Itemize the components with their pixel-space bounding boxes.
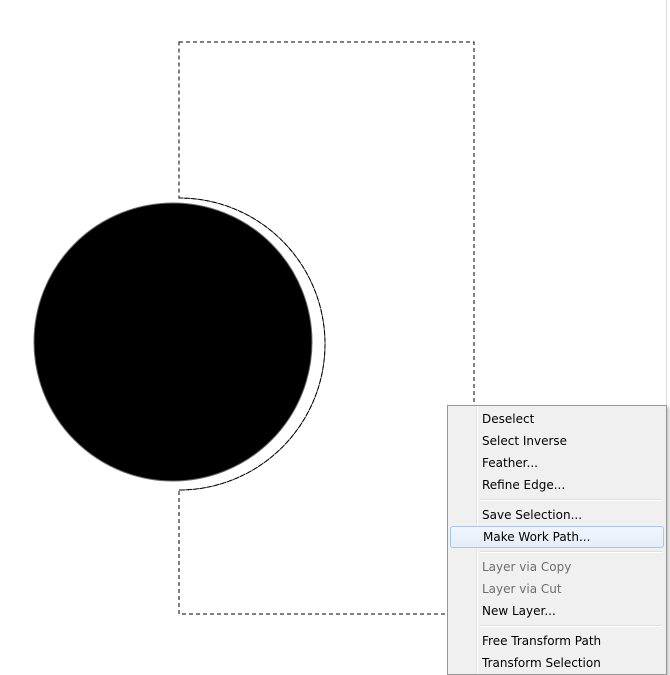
menu-separator (480, 499, 662, 501)
menu-item-layer-via-copy: Layer via Copy (482, 560, 572, 574)
menu-item-save-selection[interactable]: Save Selection... (450, 504, 664, 526)
context-menu: Deselect Select Inverse Feather... Refine E… (447, 405, 667, 675)
menu-item-select-inverse[interactable]: Select Inverse (450, 430, 664, 452)
menu-separator (480, 625, 662, 627)
menu-item-free-transform-path[interactable]: Free Transform Path (450, 630, 664, 652)
black-circle-shape[interactable] (33, 202, 313, 482)
menu-item-new-layer[interactable]: New Layer... (450, 600, 664, 622)
menu-separator (480, 551, 662, 553)
menu-item-refine-edge[interactable]: Refine Edge... (450, 474, 664, 496)
menu-item-deselect[interactable]: Deselect (450, 408, 664, 430)
menu-item-make-work-path[interactable]: Make Work Path... (450, 526, 664, 548)
menu-item-layer-via-cut: Layer via Cut (482, 582, 562, 596)
menu-item-feather[interactable]: Feather... (450, 452, 664, 474)
menu-item-transform-selection[interactable]: Transform Selection (450, 652, 664, 674)
